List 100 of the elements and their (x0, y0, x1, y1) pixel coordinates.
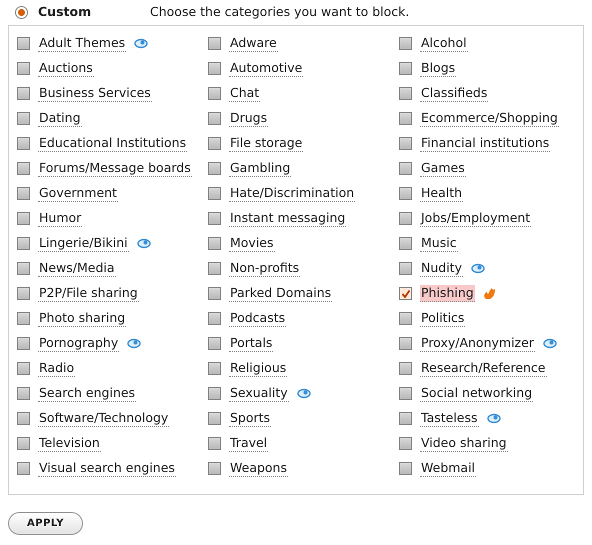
category-label[interactable]: Pornography (38, 335, 120, 352)
checkbox[interactable] (17, 337, 30, 350)
category-label[interactable]: Gambling (229, 160, 292, 177)
category-label[interactable]: Educational Institutions (38, 135, 188, 152)
category-label[interactable]: Travel (229, 435, 268, 452)
category-label[interactable]: Music (420, 235, 458, 252)
checkbox[interactable] (399, 412, 412, 425)
category-label[interactable]: Sports (229, 410, 272, 427)
checkbox[interactable] (17, 312, 30, 325)
checkbox[interactable] (399, 262, 412, 275)
checkbox[interactable] (208, 62, 221, 75)
checkbox[interactable] (17, 237, 30, 250)
category-label[interactable]: Chat (229, 85, 260, 102)
checkbox[interactable] (17, 162, 30, 175)
category-label[interactable]: Forums/Message boards (38, 160, 192, 177)
category-label[interactable]: Religious (229, 360, 288, 377)
category-label[interactable]: Politics (420, 310, 466, 327)
checkbox[interactable] (208, 462, 221, 475)
checkbox[interactable] (17, 262, 30, 275)
category-label[interactable]: Research/Reference (420, 360, 546, 377)
category-label[interactable]: Ecommerce/Shopping (420, 110, 559, 127)
category-label[interactable]: Video sharing (420, 435, 508, 452)
category-label[interactable]: Phishing (420, 285, 475, 302)
checkbox[interactable] (399, 62, 412, 75)
checkbox[interactable] (208, 37, 221, 50)
category-label[interactable]: Government (38, 185, 118, 202)
checkbox[interactable] (208, 362, 221, 375)
category-label[interactable]: Dating (38, 110, 82, 127)
checkbox[interactable] (399, 137, 412, 150)
category-label[interactable]: Financial institutions (420, 135, 550, 152)
category-label[interactable]: P2P/File sharing (38, 285, 139, 302)
category-label[interactable]: Games (420, 160, 466, 177)
category-label[interactable]: Software/Technology (38, 410, 170, 427)
checkbox[interactable] (17, 212, 30, 225)
category-label[interactable]: Visual search engines (38, 460, 176, 477)
checkbox[interactable] (208, 212, 221, 225)
category-label[interactable]: Health (420, 185, 464, 202)
checkbox[interactable] (17, 412, 30, 425)
category-label[interactable]: Social networking (420, 385, 534, 402)
category-label[interactable]: Webmail (420, 460, 476, 477)
checkbox[interactable] (208, 137, 221, 150)
checkbox[interactable] (208, 437, 221, 450)
checkbox[interactable] (17, 362, 30, 375)
category-label[interactable]: Auctions (38, 60, 94, 77)
category-label[interactable]: Non-profits (229, 260, 300, 277)
category-label[interactable]: Drugs (229, 110, 268, 127)
checkbox[interactable] (208, 162, 221, 175)
checkbox[interactable] (17, 137, 30, 150)
checkbox[interactable] (17, 437, 30, 450)
category-label[interactable]: Podcasts (229, 310, 286, 327)
category-label[interactable]: Adware (229, 35, 278, 52)
checkbox[interactable] (399, 87, 412, 100)
checkbox[interactable] (208, 187, 221, 200)
checkbox[interactable] (208, 387, 221, 400)
checkbox[interactable] (399, 362, 412, 375)
category-label[interactable]: Jobs/Employment (420, 210, 532, 227)
category-label[interactable]: Search engines (38, 385, 136, 402)
checkbox[interactable] (208, 262, 221, 275)
checkbox[interactable] (17, 87, 30, 100)
category-label[interactable]: Radio (38, 360, 76, 377)
checkbox[interactable] (208, 87, 221, 100)
checkbox[interactable] (17, 287, 30, 300)
checkbox[interactable] (208, 312, 221, 325)
checkbox[interactable] (399, 287, 412, 300)
checkbox[interactable] (208, 287, 221, 300)
category-label[interactable]: News/Media (38, 260, 116, 277)
checkbox[interactable] (17, 187, 30, 200)
category-label[interactable]: Television (38, 435, 101, 452)
category-label[interactable]: Humor (38, 210, 82, 227)
apply-button[interactable]: APPLY (8, 512, 83, 535)
category-label[interactable]: Movies (229, 235, 275, 252)
category-label[interactable]: Photo sharing (38, 310, 126, 327)
category-label[interactable]: Weapons (229, 460, 288, 477)
checkbox[interactable] (208, 237, 221, 250)
checkbox[interactable] (399, 162, 412, 175)
checkbox[interactable] (17, 62, 30, 75)
checkbox[interactable] (399, 337, 412, 350)
category-label[interactable]: Tasteless (420, 410, 479, 427)
category-label[interactable]: Portals (229, 335, 274, 352)
category-label[interactable]: Instant messaging (229, 210, 346, 227)
checkbox[interactable] (399, 437, 412, 450)
checkbox[interactable] (399, 187, 412, 200)
category-label[interactable]: Hate/Discrimination (229, 185, 356, 202)
checkbox[interactable] (17, 462, 30, 475)
category-label[interactable]: Parked Domains (229, 285, 332, 302)
checkbox[interactable] (399, 387, 412, 400)
category-label[interactable]: Nudity (420, 260, 463, 277)
category-label[interactable]: Business Services (38, 85, 152, 102)
category-label[interactable]: Lingerie/Bikini (38, 235, 129, 252)
checkbox[interactable] (208, 412, 221, 425)
category-label[interactable]: Classifieds (420, 85, 488, 102)
category-label[interactable]: Blogs (420, 60, 456, 77)
checkbox[interactable] (17, 387, 30, 400)
checkbox[interactable] (17, 112, 30, 125)
checkbox[interactable] (399, 37, 412, 50)
checkbox[interactable] (399, 237, 412, 250)
checkbox[interactable] (399, 312, 412, 325)
checkbox[interactable] (208, 337, 221, 350)
category-label[interactable]: File storage (229, 135, 304, 152)
checkbox[interactable] (399, 212, 412, 225)
